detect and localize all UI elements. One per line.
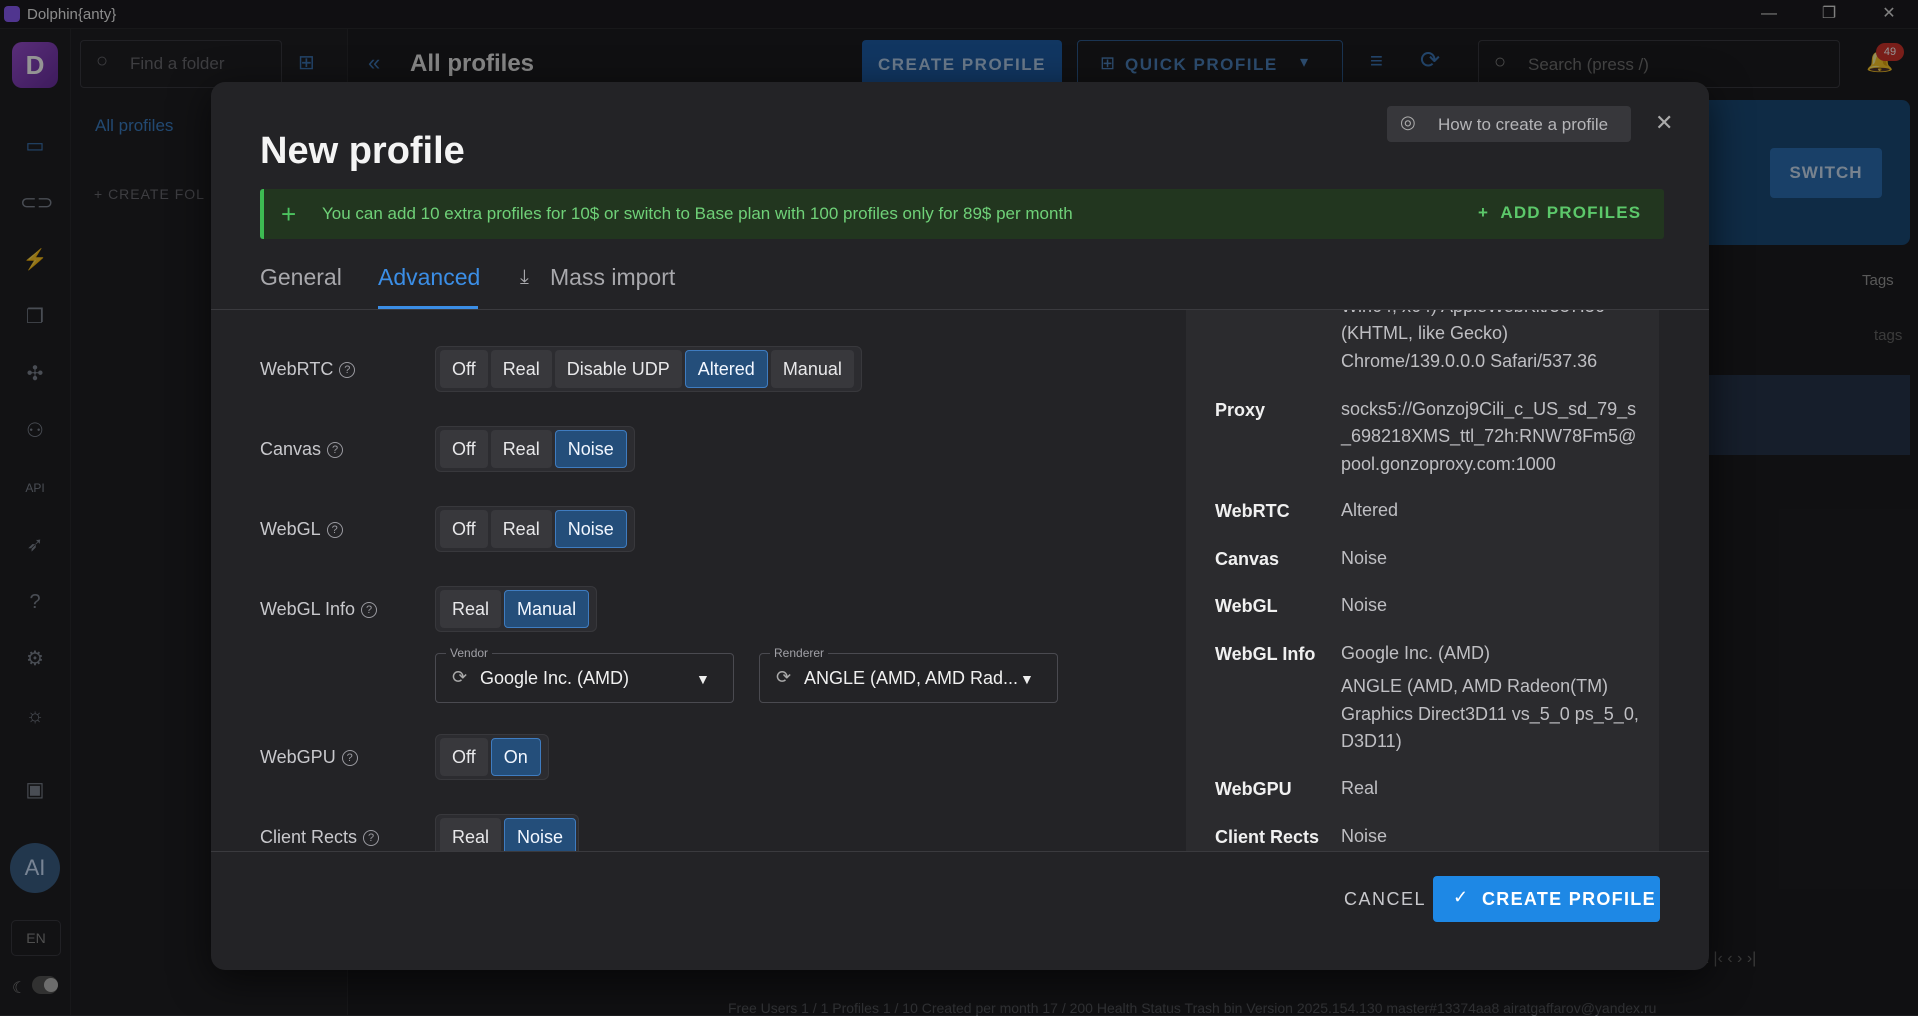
modal-title: New profile xyxy=(260,130,465,172)
webrtc-option-real[interactable]: Real xyxy=(490,350,552,388)
close-icon[interactable]: ✕ xyxy=(1655,110,1673,136)
webrtc-segmented: Off Real Disable UDP Altered Manual xyxy=(435,346,862,392)
webrtc-option-off[interactable]: Off xyxy=(440,350,488,388)
tab-mass-import[interactable]: Mass import xyxy=(550,264,675,291)
help-icon[interactable]: ? xyxy=(327,442,344,459)
profile-summary-panel xyxy=(1186,310,1659,851)
tab-advanced[interactable]: Advanced xyxy=(378,264,480,291)
help-icon[interactable]: ? xyxy=(363,830,380,847)
lifebuoy-icon: ◎ xyxy=(1400,112,1416,132)
how-to-label: How to create a profile xyxy=(1438,115,1609,134)
summary-webgpu-key: WebGPU xyxy=(1215,779,1292,799)
webrtc-option-altered[interactable]: Altered xyxy=(684,350,768,388)
summary-webgl-val: Noise xyxy=(1341,595,1388,615)
renderer-value: ANGLE (AMD, AMD Rad... xyxy=(804,668,1019,688)
summary-webgl-info-val3: Graphics Direct3D11 vs_5_0 ps_5_0, xyxy=(1341,704,1639,724)
help-icon[interactable]: ? xyxy=(361,602,378,619)
cancel-button[interactable]: CANCEL xyxy=(1318,876,1452,922)
plus-icon: + xyxy=(281,199,297,229)
summary-webrtc-val: Altered xyxy=(1341,500,1399,520)
create-profile-label: CREATE PROFILE xyxy=(1482,889,1656,909)
webrtc-option-manual[interactable]: Manual xyxy=(770,350,854,388)
client-rects-clip: Real Noise xyxy=(435,814,579,851)
summary-proxy-line2: _698218XMS_ttl_72h:RNW78Fm5@ xyxy=(1341,426,1637,446)
vendor-value: Google Inc. (AMD) xyxy=(480,668,630,688)
help-icon[interactable]: ? xyxy=(341,750,358,767)
check-icon: ✓ xyxy=(1453,887,1469,907)
webgl-segmented: Off Real Noise xyxy=(435,506,635,552)
footer-divider xyxy=(211,851,1709,852)
summary-canvas-val: Noise xyxy=(1341,548,1388,568)
tab-general[interactable]: General xyxy=(260,264,342,291)
summary-webgl-info-key: WebGL Info xyxy=(1215,644,1316,664)
summary-webrtc-key: WebRTC xyxy=(1215,501,1290,521)
summary-proxy-key: Proxy xyxy=(1215,400,1266,420)
download-icon: ⤓ xyxy=(520,266,529,288)
help-icon[interactable]: ? xyxy=(339,362,356,379)
summary-useragent-line3: Chrome/139.0.0.0 Safari/537.36 xyxy=(1341,351,1598,371)
webgpu-option-off[interactable]: Off xyxy=(440,738,488,776)
summary-useragent-line2: (KHTML, like Gecko) xyxy=(1341,323,1509,343)
canvas-option-real[interactable]: Real xyxy=(490,430,552,468)
refresh-icon[interactable]: ⟳ xyxy=(776,667,791,688)
summary-canvas-key: Canvas xyxy=(1215,549,1280,569)
canvas-option-noise[interactable]: Noise xyxy=(554,430,627,468)
client-rects-label: Client Rects? xyxy=(260,827,380,848)
add-profiles-label: ADD PROFILES xyxy=(1500,203,1642,222)
client-rects-option-real[interactable]: Real xyxy=(440,818,502,851)
summary-proxy-line1: socks5://Gonzoj9Cili_c_US_sd_79_s xyxy=(1341,399,1637,419)
webrtc-option-disable-udp[interactable]: Disable UDP xyxy=(554,350,682,388)
promo-text: You can add 10 extra profiles for 10$ or… xyxy=(322,204,1073,223)
refresh-icon[interactable]: ⟳ xyxy=(452,667,467,688)
webgpu-option-on[interactable]: On xyxy=(490,738,541,776)
summary-client-rects-key: Client Rects xyxy=(1215,827,1320,847)
summary-webgpu-val: Real xyxy=(1341,778,1379,798)
summary-webgl-info-val2: ANGLE (AMD, AMD Radeon(TM) xyxy=(1341,676,1609,696)
client-rects-segmented: Real Noise xyxy=(435,814,579,851)
canvas-segmented: Off Real Noise xyxy=(435,426,635,472)
webgl-option-off[interactable]: Off xyxy=(440,510,488,548)
summary-proxy-line3: pool.gonzoproxy.com:1000 xyxy=(1341,454,1556,474)
summary-client-rects-val: Noise xyxy=(1341,826,1388,846)
webgl-option-noise[interactable]: Noise xyxy=(554,510,627,548)
chevron-down-icon[interactable]: ▼ xyxy=(696,671,710,687)
summary-webgl-info-val4: D3D11) xyxy=(1341,731,1402,751)
canvas-option-off[interactable]: Off xyxy=(440,430,488,468)
webgpu-label: WebGPU? xyxy=(260,747,358,768)
webgl-info-option-manual[interactable]: Manual xyxy=(504,590,590,628)
vendor-legend: Vendor xyxy=(446,646,493,660)
client-rects-option-noise[interactable]: Noise xyxy=(504,818,577,851)
webgl-info-option-real[interactable]: Real xyxy=(440,590,502,628)
webgl-option-real[interactable]: Real xyxy=(490,510,552,548)
webgl-label: WebGL? xyxy=(260,519,343,540)
webgl-info-segmented: Real Manual xyxy=(435,586,598,632)
chevron-down-icon[interactable]: ▼ xyxy=(1020,671,1034,687)
summary-webgl-key: WebGL xyxy=(1215,596,1278,616)
summary-webgl-info-val1: Google Inc. (AMD) xyxy=(1341,643,1491,663)
renderer-legend: Renderer xyxy=(770,646,829,660)
help-icon[interactable]: ? xyxy=(326,522,343,539)
webgpu-segmented: Off On xyxy=(435,734,549,780)
webrtc-label: WebRTC? xyxy=(260,359,356,380)
add-profiles-button[interactable]: + ADD PROFILES xyxy=(1478,203,1641,223)
canvas-label: Canvas? xyxy=(260,439,344,460)
webgl-info-label: WebGL Info? xyxy=(260,599,378,620)
